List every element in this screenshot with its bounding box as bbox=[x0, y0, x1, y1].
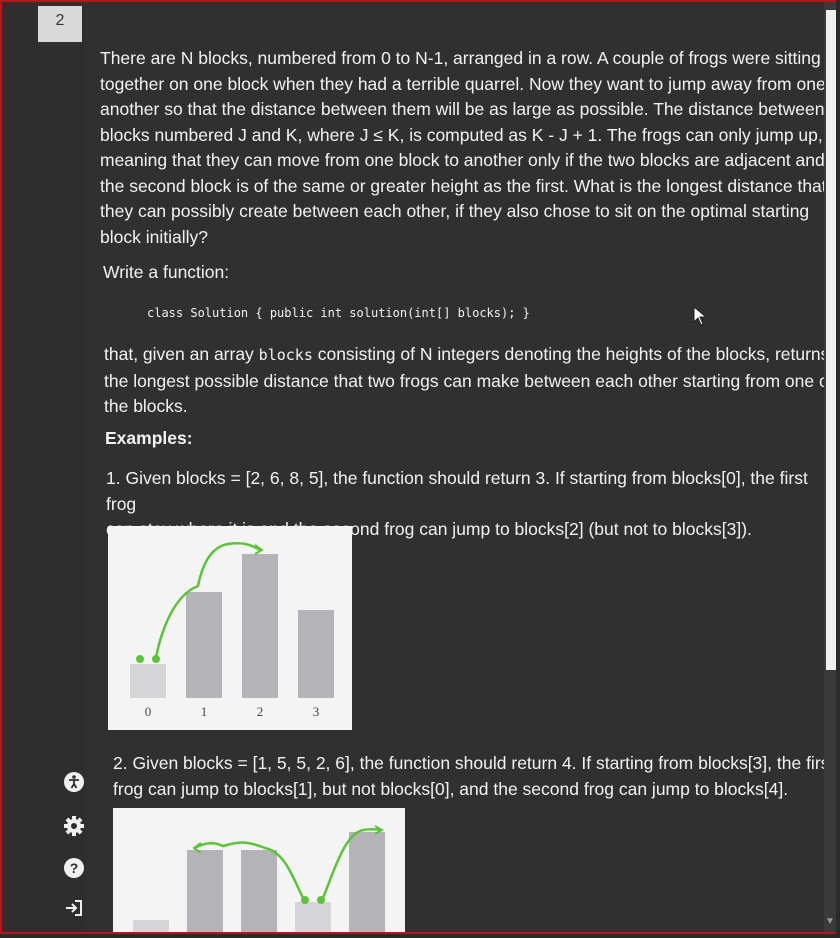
example-2-text: 2. Given blocks = [1, 5, 5, 2, 6], the f… bbox=[113, 751, 834, 802]
frog-marker bbox=[152, 655, 160, 663]
returns-line: the longest possible distance that two f… bbox=[104, 370, 834, 391]
example-2-line: frog can jump to blocks[1], but not bloc… bbox=[113, 778, 789, 799]
gear-icon[interactable] bbox=[62, 814, 86, 838]
statement-line: blocks numbered J and K, where J ≤ K, is… bbox=[100, 124, 823, 145]
example-1-line: 1. Given blocks = [2, 6, 8, 5], the func… bbox=[106, 468, 808, 514]
svg-text:?: ? bbox=[70, 860, 79, 876]
sign-out-icon[interactable] bbox=[62, 896, 86, 920]
returns-line: the blocks. bbox=[104, 396, 188, 416]
returns-description: that, given an array blocks consisting o… bbox=[104, 342, 834, 420]
frog-marker bbox=[136, 655, 144, 663]
accessibility-icon[interactable] bbox=[62, 770, 86, 794]
returns-text: that, given an array bbox=[104, 344, 259, 364]
scrollbar-thumb[interactable] bbox=[826, 10, 836, 670]
mouse-cursor-icon bbox=[693, 306, 707, 326]
frog-marker bbox=[317, 896, 325, 904]
statement-line: they can possibly create between each ot… bbox=[100, 201, 810, 221]
returns-line: that, given an array blocks consisting o… bbox=[104, 342, 834, 369]
examples-heading: Examples: bbox=[105, 428, 193, 448]
statement-line: meaning that they can move from one bloc… bbox=[100, 150, 825, 170]
function-signature: class Solution { public int solution(int… bbox=[147, 306, 530, 320]
example-2-figure bbox=[113, 808, 405, 932]
example-1-figure: 0 1 2 3 bbox=[108, 526, 352, 730]
frog-marker bbox=[301, 896, 309, 904]
statement-line: the second block is of the same or great… bbox=[100, 175, 827, 196]
page-tab[interactable]: 2 bbox=[38, 6, 82, 42]
problem-statement: There are N blocks, numbered from 0 to N… bbox=[100, 46, 827, 250]
scroll-down-icon[interactable]: ▼ bbox=[824, 916, 836, 932]
write-function-label: Write a function: bbox=[103, 262, 230, 282]
help-icon[interactable]: ? bbox=[62, 856, 86, 880]
example-2-line: 2. Given blocks = [1, 5, 5, 2, 6], the f… bbox=[113, 753, 835, 773]
statement-line: another so that the distance between the… bbox=[100, 99, 825, 119]
statement-line: There are N blocks, numbered from 0 to N… bbox=[100, 48, 821, 68]
frog-path bbox=[136, 542, 264, 663]
frog-path bbox=[192, 825, 385, 904]
returns-text: consisting of N integers denoting the he… bbox=[312, 344, 830, 364]
statement-line: block initially? bbox=[100, 226, 208, 247]
blocks-code: blocks bbox=[258, 346, 313, 364]
statement-line: together on one block when they had a te… bbox=[100, 73, 826, 94]
